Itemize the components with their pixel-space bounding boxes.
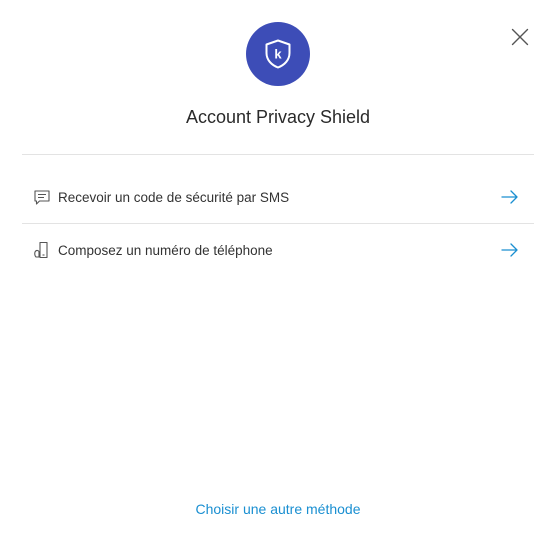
other-method-link[interactable]: Choisir une autre méthode — [0, 501, 556, 517]
shield-icon: k — [265, 39, 291, 69]
arrow-right-icon — [501, 243, 518, 257]
option-sms[interactable]: Recevoir un code de sécurité par SMS — [22, 171, 534, 223]
option-sms-label: Recevoir un code de sécurité par SMS — [58, 189, 290, 205]
arrow-right-icon — [501, 190, 518, 204]
option-phone-call[interactable]: Composez un numéro de téléphone — [22, 224, 534, 276]
top-divider — [22, 154, 534, 155]
phone-call-icon — [33, 241, 51, 259]
dialog-title: Account Privacy Shield — [185, 107, 371, 127]
sms-message-icon — [33, 188, 51, 206]
logo-letter: k — [274, 47, 282, 62]
shield-logo: k — [246, 22, 310, 86]
close-icon — [511, 28, 529, 46]
option-phone-call-label: Composez un numéro de téléphone — [58, 242, 273, 258]
close-button[interactable] — [508, 25, 532, 49]
